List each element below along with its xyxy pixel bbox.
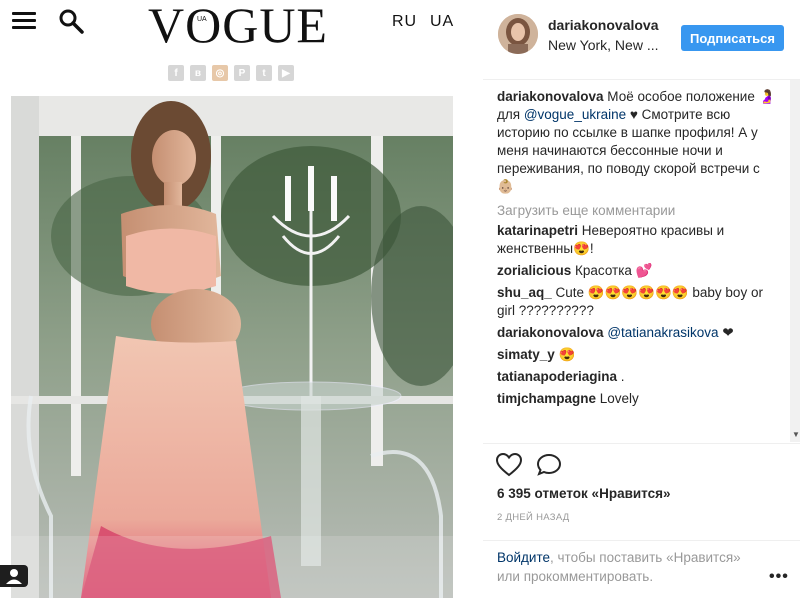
language-ru[interactable]: RU (392, 13, 417, 31)
social-links: f в ◎ P t ▶ (168, 65, 294, 81)
twitter-icon[interactable]: t (256, 65, 272, 81)
follow-button[interactable]: Подписаться (681, 25, 784, 51)
comment-username[interactable]: tatianapoderiagina (497, 369, 617, 384)
comment: tatianapoderiagina . (497, 368, 779, 386)
instagram-icon[interactable]: ◎ (212, 65, 228, 81)
comment-mention[interactable]: @tatianakrasikova (607, 325, 718, 340)
comment-username[interactable]: zorialicious (497, 263, 571, 278)
youtube-icon[interactable]: ▶ (278, 65, 294, 81)
heart-icon[interactable] (496, 453, 522, 477)
post-timestamp[interactable]: 2 ДНЕЙ НАЗАД (497, 512, 570, 523)
comment-text: 😍 (554, 347, 576, 362)
comment-text: Lovely (596, 391, 639, 406)
facebook-icon[interactable]: f (168, 65, 184, 81)
comment-username[interactable]: dariakonovalova (497, 325, 604, 340)
comment: katarinapetri Невероятно красивы и женст… (497, 222, 779, 258)
comment-text: . (617, 369, 625, 384)
comment-icon[interactable] (536, 453, 562, 477)
post-media: VOGUE UA RU UA f в ◎ P t ▶ (0, 0, 483, 598)
vk-icon[interactable]: в (190, 65, 206, 81)
post-location[interactable]: New York, New ... (548, 37, 663, 53)
more-options-icon[interactable]: ••• (769, 568, 789, 586)
comment: simaty_y 😍 (497, 346, 779, 364)
post-photo[interactable] (11, 96, 453, 598)
comment-username[interactable]: timjchampagne (497, 391, 596, 406)
comment-username[interactable]: shu_aq_ (497, 285, 552, 300)
login-text: Войдите, чтобы поставить «Нравится» или … (497, 548, 757, 586)
post-caption: dariakonovalova Моё особое положение 🤰 д… (497, 88, 779, 196)
search-icon[interactable] (58, 8, 84, 34)
vogue-logo[interactable]: VOGUE (148, 0, 328, 54)
comment-username[interactable]: katarinapetri (497, 223, 578, 238)
comment: dariakonovalova @tatianakrasikova ❤ (497, 324, 779, 342)
scroll-down-arrow-icon[interactable]: ▼ (792, 430, 800, 439)
comment: zorialicious Красотка 💕 (497, 262, 779, 280)
vogue-logo-edition: UA (197, 16, 207, 23)
comment-username[interactable]: simaty_y (497, 347, 555, 362)
pinterest-icon[interactable]: P (234, 65, 250, 81)
caption-username[interactable]: dariakonovalova (497, 89, 604, 104)
language-ua[interactable]: UA (430, 13, 454, 31)
user-tag-icon[interactable] (0, 565, 28, 587)
load-more-comments-button[interactable]: Загрузить еще комментарии (497, 203, 779, 218)
comment-text: Красотка 💕 (571, 263, 653, 278)
login-prompt: Войдите, чтобы поставить «Нравится» или … (483, 540, 800, 599)
login-link[interactable]: Войдите (497, 550, 550, 565)
post-header: dariakonovalova New York, New ... Подпис… (483, 0, 800, 80)
comment-text: ❤ (718, 325, 734, 340)
post-sidebar: dariakonovalova New York, New ... Подпис… (483, 0, 800, 598)
post-username[interactable]: dariakonovalova (548, 17, 659, 33)
hamburger-menu-icon[interactable] (12, 12, 36, 30)
avatar[interactable] (498, 14, 538, 54)
comment: timjchampagne Lovely (497, 390, 779, 408)
post-actions: 6 395 отметок «Нравится» 2 ДНЕЙ НАЗАД (483, 443, 800, 523)
caption-mention[interactable]: @vogue_ukraine (524, 107, 626, 122)
comments-scrollbar[interactable]: ▼ (790, 80, 800, 442)
comment: shu_aq_ Cute 😍😍😍😍😍😍 baby boy or girl ???… (497, 284, 779, 320)
comments-list[interactable]: dariakonovalova Моё особое положение 🤰 д… (483, 80, 793, 442)
likes-count[interactable]: 6 395 отметок «Нравится» (497, 486, 671, 501)
